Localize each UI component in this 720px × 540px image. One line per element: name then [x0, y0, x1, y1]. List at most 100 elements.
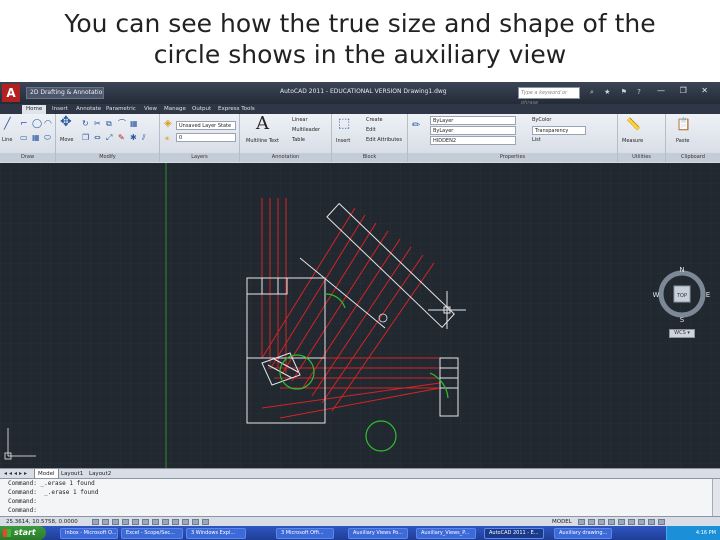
grid-toggle[interactable] — [102, 519, 109, 525]
search-input[interactable]: Type a keyword or phrase — [518, 87, 580, 106]
layers-panel-label[interactable]: Layers — [160, 153, 239, 162]
polar-toggle[interactable] — [122, 519, 129, 525]
arc-icon[interactable]: ◠ — [44, 118, 52, 130]
rotate-icon[interactable]: ↻ — [82, 118, 89, 130]
offset-icon[interactable]: ⫽ — [142, 132, 146, 144]
insert-block-icon[interactable]: ⬚ — [338, 117, 350, 130]
wcs-menu[interactable]: WCS ▾ — [669, 329, 695, 338]
annotation-panel-label[interactable]: Annotation — [240, 153, 331, 162]
array-icon[interactable]: ▦ — [130, 118, 138, 130]
taskbar-clock[interactable]: 4:16 PM — [696, 526, 716, 540]
create-block-button[interactable]: Create — [366, 116, 383, 124]
edit-attributes-button[interactable]: Edit Attributes — [366, 136, 402, 144]
polyline-icon[interactable]: ⌐ — [20, 118, 28, 130]
tab-output[interactable]: Output — [188, 105, 215, 114]
hardware-acceleration-icon[interactable] — [638, 519, 645, 525]
start-button[interactable]: start — [0, 526, 46, 540]
taskbar-button-5[interactable]: Auxiliary Views Po... — [348, 528, 408, 539]
block-panel-label[interactable]: Block — [332, 153, 407, 162]
viewcube-east[interactable]: E — [706, 291, 710, 299]
tab-parametric[interactable]: Parametric — [102, 105, 140, 114]
clipboard-panel-label[interactable]: Clipboard — [666, 153, 720, 162]
plot-style-select[interactable]: ByColor — [532, 116, 551, 124]
transparency-field[interactable]: Transparency — [532, 126, 586, 135]
modify-panel-label[interactable]: Modify — [56, 153, 159, 162]
lock-icon[interactable] — [628, 519, 635, 525]
taskbar-button-7[interactable]: AutoCAD 2011 - E... — [484, 528, 544, 539]
hatch-icon[interactable]: ▦ — [32, 132, 40, 144]
taskbar-button-1[interactable]: Inbox - Microsoft O... — [60, 528, 118, 539]
sc-toggle[interactable] — [202, 519, 209, 525]
paste-icon[interactable]: 📋 — [676, 118, 691, 130]
command-scrollbar[interactable] — [712, 479, 720, 517]
match-properties-icon[interactable]: ✏ — [412, 120, 420, 132]
viewcube-north[interactable]: N — [679, 267, 684, 274]
dyn-toggle[interactable] — [162, 519, 169, 525]
list-button[interactable]: List — [532, 136, 541, 144]
ellipse-icon[interactable]: ⬭ — [44, 132, 51, 144]
circle-icon[interactable]: ◯ — [32, 118, 42, 130]
table-button[interactable]: Table — [292, 136, 305, 144]
mirror-icon[interactable]: ⧉ — [106, 118, 112, 130]
qp-toggle[interactable] — [192, 519, 199, 525]
linetype-select[interactable]: ByLayer — [430, 126, 516, 135]
fillet-icon[interactable]: ⌒ — [118, 118, 126, 130]
layer-properties-icon[interactable]: ◈ — [164, 118, 172, 130]
application-menu-button[interactable]: A — [2, 84, 20, 102]
edit-block-button[interactable]: Edit — [366, 126, 376, 134]
explode-icon[interactable]: ✱ — [130, 132, 137, 144]
linear-dimension-button[interactable]: Linear — [292, 116, 308, 124]
otrack-toggle[interactable] — [142, 519, 149, 525]
annotation-scale-icon[interactable] — [608, 519, 615, 525]
snap-toggle[interactable] — [92, 519, 99, 525]
clean-screen-icon[interactable] — [658, 519, 665, 525]
tab-home[interactable]: Home — [22, 105, 47, 114]
workspace-switch-icon[interactable] — [618, 519, 625, 525]
workspace-select[interactable]: 2D Drafting & Annotation — [26, 87, 104, 99]
viewcube-top-label[interactable]: TOP — [676, 293, 687, 299]
scale-icon[interactable]: ⤢ — [106, 132, 112, 144]
tab-insert[interactable]: Insert — [48, 105, 72, 114]
measure-button[interactable]: Measure — [622, 137, 643, 145]
taskbar-button-4[interactable]: 3 Microsoft Offi... — [276, 528, 334, 539]
utilities-panel-label[interactable]: Utilities — [618, 153, 665, 162]
properties-panel-label[interactable]: Properties — [408, 153, 617, 162]
erase-icon[interactable]: ✎ — [118, 132, 125, 144]
multiline-text-button[interactable]: Multiline Text — [246, 137, 279, 145]
drawing-canvas[interactable]: N S W E TOP WCS ▾ — [0, 163, 720, 468]
infocenter-icons[interactable]: ⌕ ★ ⚑ ? — [590, 88, 645, 97]
isolate-objects-icon[interactable] — [648, 519, 655, 525]
insert-button[interactable]: Insert — [336, 137, 350, 145]
tab-annotate[interactable]: Annotate — [72, 105, 105, 114]
multileader-button[interactable]: Multileader — [292, 126, 320, 134]
taskbar-button-3[interactable]: 3 Windows Expl... — [186, 528, 246, 539]
taskbar-button-6[interactable]: Auxiliary_Views_P... — [416, 528, 476, 539]
paste-button[interactable]: Paste — [676, 137, 690, 145]
line-icon[interactable]: ╱ — [4, 118, 11, 130]
pan-icon[interactable] — [588, 519, 595, 525]
current-layer-select[interactable]: 0 — [176, 133, 236, 142]
layer-bulb-icon[interactable]: ☀ — [164, 133, 170, 145]
lwt-toggle[interactable] — [172, 519, 179, 525]
command-window[interactable]: Command: _.erase 1 found Command: _.eras… — [0, 478, 720, 517]
stretch-icon[interactable]: ⇔ — [94, 132, 101, 144]
layer-state-select[interactable]: Unsaved Layer State — [176, 121, 236, 130]
tpy-toggle[interactable] — [182, 519, 189, 525]
copy-icon[interactable]: ❐ — [82, 132, 89, 144]
ortho-toggle[interactable] — [112, 519, 119, 525]
command-prompt[interactable]: Command: — [8, 507, 37, 515]
tab-manage[interactable]: Manage — [160, 105, 190, 114]
viewcube-west[interactable]: W — [653, 291, 660, 299]
tab-view[interactable]: View — [140, 105, 161, 114]
ducs-toggle[interactable] — [152, 519, 159, 525]
move-button[interactable]: Move — [60, 136, 73, 144]
taskbar-button-2[interactable]: Excel - Scope/Sec... — [121, 528, 183, 539]
window-controls[interactable]: — ❐ ✕ — [657, 86, 714, 95]
line-button[interactable]: Line — [2, 136, 12, 144]
draw-panel-label[interactable]: Draw — [0, 153, 55, 162]
move-icon[interactable]: ✥ — [60, 115, 72, 129]
viewcube[interactable]: N S W E TOP WCS ▾ — [653, 267, 711, 338]
lineweight-select[interactable]: HIDDEN2 — [430, 136, 516, 145]
tab-express-tools[interactable]: Express Tools — [214, 105, 259, 114]
trim-icon[interactable]: ✂ — [94, 118, 101, 130]
